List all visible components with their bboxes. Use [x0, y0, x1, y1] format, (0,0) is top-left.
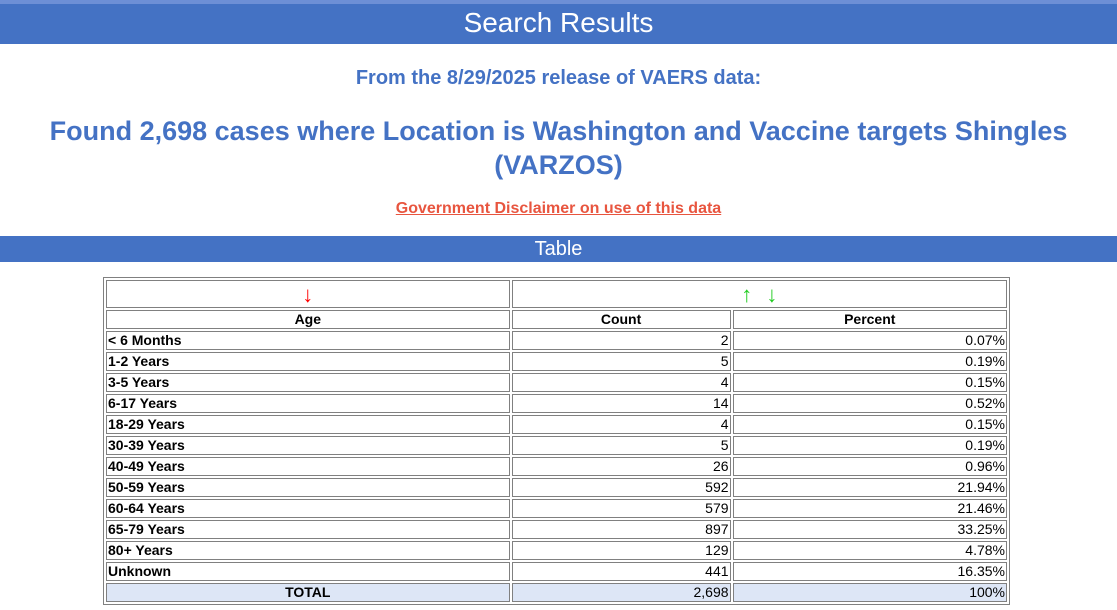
- results-table: ↓ ↑ ↓ Age Count Percent < 6 Months 2 0.07%…: [103, 277, 1010, 605]
- count-cell: 5: [511, 436, 731, 455]
- age-cell: Unknown: [106, 562, 510, 581]
- table-row: Unknown 441 16.35%: [106, 562, 1007, 581]
- percent-cell: 33.25%: [732, 520, 1007, 539]
- percent-cell: 21.94%: [732, 478, 1007, 497]
- percent-cell: 0.07%: [732, 331, 1007, 350]
- sort-down-green-arrow-icon[interactable]: ↓: [766, 282, 777, 307]
- age-cell: 3-5 Years: [106, 373, 510, 392]
- count-cell: 2: [511, 331, 731, 350]
- results-summary: Found 2,698 cases where Location is Wash…: [49, 116, 1068, 180]
- table-row: 6-17 Years 14 0.52%: [106, 394, 1007, 413]
- total-count: 2,698: [511, 583, 731, 602]
- government-disclaimer-link[interactable]: Government Disclaimer on use of this dat…: [396, 200, 721, 217]
- sort-arrow-row: ↓ ↑ ↓: [106, 280, 1007, 308]
- column-header-count: Count: [511, 310, 731, 329]
- percent-cell: 0.52%: [732, 394, 1007, 413]
- age-cell: < 6 Months: [106, 331, 510, 350]
- table-body: < 6 Months 2 0.07% 1-2 Years 5 0.19% 3-5 Years…: [106, 331, 1007, 581]
- header-stripe: [0, 0, 1117, 4]
- age-cell: 65-79 Years: [106, 520, 510, 539]
- count-cell: 26: [511, 457, 731, 476]
- count-cell: 592: [511, 478, 731, 497]
- age-cell: 50-59 Years: [106, 478, 510, 497]
- count-cell: 4: [511, 415, 731, 434]
- age-sort-cell: ↓: [106, 280, 510, 308]
- count-cell: 5: [511, 352, 731, 371]
- count-cell: 129: [511, 541, 731, 560]
- table-row: 1-2 Years 5 0.19%: [106, 352, 1007, 371]
- table-total-row: TOTAL 2,698 100%: [106, 583, 1007, 602]
- table-row: 3-5 Years 4 0.15%: [106, 373, 1007, 392]
- sort-down-red-arrow-icon[interactable]: ↓: [302, 282, 313, 307]
- percent-cell: 4.78%: [732, 541, 1007, 560]
- sort-up-green-arrow-icon[interactable]: ↑: [741, 282, 752, 307]
- count-sort-cell: ↑ ↓: [511, 280, 1007, 308]
- column-header-age: Age: [106, 310, 510, 329]
- age-cell: 18-29 Years: [106, 415, 510, 434]
- table-row: 50-59 Years 592 21.94%: [106, 478, 1007, 497]
- count-cell: 14: [511, 394, 731, 413]
- percent-cell: 0.96%: [732, 457, 1007, 476]
- count-cell: 897: [511, 520, 731, 539]
- age-cell: 60-64 Years: [106, 499, 510, 518]
- count-cell: 441: [511, 562, 731, 581]
- disclaimer-container: Government Disclaimer on use of this dat…: [0, 199, 1117, 219]
- age-cell: 6-17 Years: [106, 394, 510, 413]
- page-title: Search Results: [463, 7, 654, 38]
- age-cell: 30-39 Years: [106, 436, 510, 455]
- percent-cell: 0.19%: [732, 352, 1007, 371]
- table-row: 30-39 Years 5 0.19%: [106, 436, 1007, 455]
- age-cell: 1-2 Years: [106, 352, 510, 371]
- table-row: 80+ Years 129 4.78%: [106, 541, 1007, 560]
- count-cell: 579: [511, 499, 731, 518]
- age-cell: 80+ Years: [106, 541, 510, 560]
- table-row: 65-79 Years 897 33.25%: [106, 520, 1007, 539]
- percent-cell: 0.15%: [732, 373, 1007, 392]
- age-cell: 40-49 Years: [106, 457, 510, 476]
- percent-cell: 16.35%: [732, 562, 1007, 581]
- count-cell: 4: [511, 373, 731, 392]
- percent-cell: 21.46%: [732, 499, 1007, 518]
- percent-cell: 0.19%: [732, 436, 1007, 455]
- total-label: TOTAL: [106, 583, 510, 602]
- percent-cell: 0.15%: [732, 415, 1007, 434]
- header-banner: Search Results: [0, 0, 1117, 44]
- table-row: < 6 Months 2 0.07%: [106, 331, 1007, 350]
- table-section-title: Table: [534, 238, 583, 260]
- table-section-banner: Table: [0, 236, 1117, 262]
- column-header-percent: Percent: [732, 310, 1007, 329]
- table-header-row: Age Count Percent: [106, 310, 1007, 329]
- table-row: 18-29 Years 4 0.15%: [106, 415, 1007, 434]
- table-row: 40-49 Years 26 0.96%: [106, 457, 1007, 476]
- total-percent: 100%: [732, 583, 1007, 602]
- table-row: 60-64 Years 579 21.46%: [106, 499, 1007, 518]
- release-info: From the 8/29/2025 release of VAERS data…: [355, 67, 762, 89]
